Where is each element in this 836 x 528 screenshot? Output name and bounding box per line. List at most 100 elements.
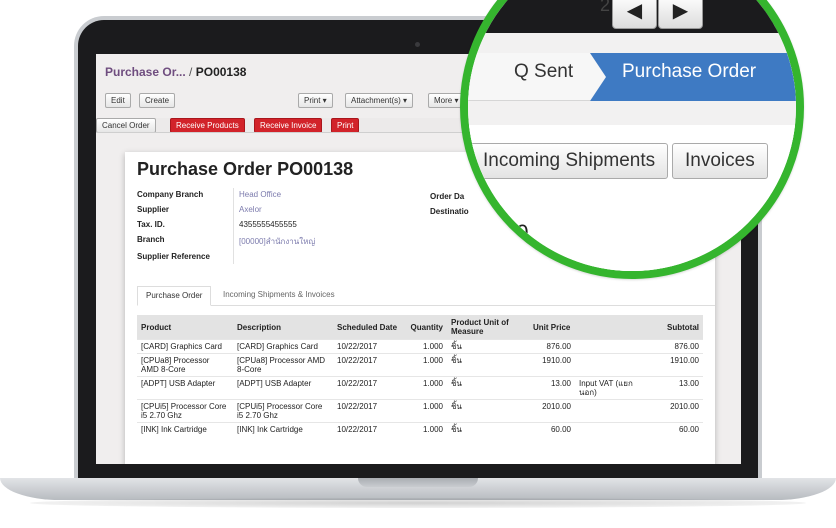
breadcrumb-separator: / bbox=[185, 65, 196, 79]
print-dropdown[interactable]: Print ▾ bbox=[298, 93, 333, 108]
cell-uom: ชิ้น bbox=[447, 353, 529, 377]
cell-description: [CPUa8] Processor AMD 8-Core bbox=[233, 353, 333, 377]
arrow-right-icon: ▶ bbox=[672, 0, 689, 22]
invoices-button[interactable]: Invoices bbox=[672, 143, 768, 179]
order-lines-table: Product Description Scheduled Date Quant… bbox=[137, 315, 703, 436]
branch-label: Branch bbox=[137, 235, 165, 244]
breadcrumb: Purchase Or... / PO00138 bbox=[105, 65, 246, 79]
destination-label: Destinatio bbox=[430, 207, 469, 216]
cell-subtotal: 60.00 bbox=[649, 422, 703, 436]
pager-prev-button[interactable]: ◀ bbox=[612, 0, 657, 29]
receive-invoice-button[interactable]: Receive Invoice bbox=[254, 118, 323, 133]
cell-product: [CARD] Graphics Card bbox=[137, 339, 233, 354]
column-header[interactable]: Subtotal bbox=[649, 315, 703, 340]
order-date-fragment: 20 bbox=[504, 220, 529, 245]
status-step-rfq-sent[interactable]: Q Sent bbox=[514, 61, 573, 83]
supplier-label: Supplier bbox=[137, 205, 170, 214]
camera-icon bbox=[415, 42, 420, 47]
page-title: Purchase Order PO00138 bbox=[137, 159, 354, 179]
pager-next-button[interactable]: ▶ bbox=[658, 0, 703, 29]
column-header[interactable] bbox=[575, 315, 649, 340]
table-row[interactable]: [CARD] Graphics Card [CARD] Graphics Car… bbox=[137, 339, 703, 354]
tax-id-value: 4355555455555 bbox=[239, 220, 297, 229]
column-header[interactable]: Unit Price bbox=[529, 315, 575, 340]
laptop-notch bbox=[358, 478, 478, 487]
cancel-order-button[interactable]: Cancel Order bbox=[96, 118, 156, 133]
cell-qty: 1.000 bbox=[401, 376, 447, 400]
company-branch-value[interactable]: Head Office bbox=[239, 190, 281, 199]
column-header[interactable]: Quantity bbox=[401, 315, 447, 340]
branch-value[interactable]: [00000]สำนักงานใหญ่ bbox=[239, 235, 315, 248]
table-row[interactable]: [ADPT] USB Adapter [ADPT] USB Adapter 10… bbox=[137, 376, 703, 400]
cell-description: [CARD] Graphics Card bbox=[233, 339, 333, 354]
order-date-label: Order Da bbox=[430, 192, 465, 201]
form-tabs: Purchase Order Incoming Shipments & Invo… bbox=[137, 286, 715, 306]
cell-date: 10/22/2017 bbox=[333, 353, 401, 377]
attachments-dropdown[interactable]: Attachment(s) ▾ bbox=[345, 93, 414, 108]
status-chevron bbox=[590, 53, 606, 101]
column-header[interactable]: Scheduled Date bbox=[333, 315, 401, 340]
more-dropdown[interactable]: More ▾ bbox=[428, 93, 465, 108]
arrow-left-icon: ◀ bbox=[626, 0, 643, 22]
column-header[interactable]: Product bbox=[137, 315, 233, 340]
cell-price: 2010.00 bbox=[529, 399, 575, 423]
print-button[interactable]: Print bbox=[331, 118, 360, 133]
cell-description: [ADPT] USB Adapter bbox=[233, 376, 333, 400]
column-header[interactable]: Product Unit of Measure bbox=[447, 315, 529, 340]
cell-product: [CPUi5] Processor Core i5 2.70 Ghz bbox=[137, 399, 233, 423]
cell-date: 10/22/2017 bbox=[333, 376, 401, 400]
cell-taxes bbox=[575, 353, 649, 377]
tax-id-label: Tax. ID. bbox=[137, 220, 165, 229]
table-row[interactable]: [CPUi5] Processor Core i5 2.70 Ghz [CPUi… bbox=[137, 399, 703, 423]
cell-uom: ชิ้น bbox=[447, 339, 529, 354]
cell-subtotal: 1910.00 bbox=[649, 353, 703, 377]
create-button[interactable]: Create bbox=[139, 93, 176, 108]
magnifier-content: 2 ◀ ▶ Q Sent Purchase Order Incoming Shi… bbox=[468, 0, 796, 271]
cell-uom: ชิ้น bbox=[447, 399, 529, 423]
edit-button[interactable]: Edit bbox=[105, 93, 131, 108]
tab-purchase-order[interactable]: Purchase Order bbox=[137, 286, 212, 306]
cell-date: 10/22/2017 bbox=[333, 422, 401, 436]
cell-taxes bbox=[575, 422, 649, 436]
table-row[interactable]: [CPUa8] Processor AMD 8-Core [CPUa8] Pro… bbox=[137, 353, 703, 377]
cell-product: [INK] Ink Cartridge bbox=[137, 422, 233, 436]
receive-products-button[interactable]: Receive Products bbox=[170, 118, 245, 133]
supplier-reference-label: Supplier Reference bbox=[137, 252, 210, 261]
magnifier-lens: 2 ◀ ▶ Q Sent Purchase Order Incoming Shi… bbox=[460, 0, 804, 279]
company-branch-label: Company Branch bbox=[137, 190, 204, 199]
cell-date: 10/22/2017 bbox=[333, 339, 401, 354]
column-header[interactable]: Description bbox=[233, 315, 333, 340]
cell-qty: 1.000 bbox=[401, 399, 447, 423]
cell-subtotal: 13.00 bbox=[649, 376, 703, 400]
cell-taxes bbox=[575, 339, 649, 354]
cell-product: [ADPT] USB Adapter bbox=[137, 376, 233, 400]
cell-qty: 1.000 bbox=[401, 353, 447, 377]
cell-date: 10/22/2017 bbox=[333, 399, 401, 423]
product-screenshot: Purchase Or... / PO00138 Edit Create Pri… bbox=[0, 0, 836, 528]
breadcrumb-parent-link[interactable]: Purchase Or... bbox=[105, 65, 186, 79]
cell-description: [CPUi5] Processor Core i5 2.70 Ghz bbox=[233, 399, 333, 423]
cell-description: [INK] Ink Cartridge bbox=[233, 422, 333, 436]
incoming-shipments-button[interactable]: Incoming Shipments bbox=[470, 143, 669, 179]
cell-qty: 1.000 bbox=[401, 422, 447, 436]
table-row[interactable]: [INK] Ink Cartridge [INK] Ink Cartridge … bbox=[137, 422, 703, 436]
table-header-row: Product Description Scheduled Date Quant… bbox=[137, 315, 703, 340]
cell-price: 1910.00 bbox=[529, 353, 575, 377]
cell-qty: 1.000 bbox=[401, 339, 447, 354]
cell-subtotal: 876.00 bbox=[649, 339, 703, 354]
field-divider bbox=[233, 188, 234, 264]
cell-taxes: Input VAT (แยกนอก) bbox=[575, 376, 649, 400]
cell-uom: ชิ้น bbox=[447, 422, 529, 436]
supplier-value[interactable]: Axelor bbox=[239, 205, 262, 214]
cell-price: 876.00 bbox=[529, 339, 575, 354]
cell-subtotal: 2010.00 bbox=[649, 399, 703, 423]
laptop-shadow bbox=[30, 498, 806, 508]
pager-counter: 2 bbox=[600, 0, 611, 15]
cell-product: [CPUa8] Processor AMD 8-Core bbox=[137, 353, 233, 377]
cell-taxes bbox=[575, 399, 649, 423]
cell-uom: ชิ้น bbox=[447, 376, 529, 400]
tab-incoming-shipments-invoices[interactable]: Incoming Shipments & Invoices bbox=[223, 290, 335, 299]
cell-price: 60.00 bbox=[529, 422, 575, 436]
cell-price: 13.00 bbox=[529, 376, 575, 400]
status-step-purchase-order[interactable]: Purchase Order bbox=[622, 61, 756, 83]
